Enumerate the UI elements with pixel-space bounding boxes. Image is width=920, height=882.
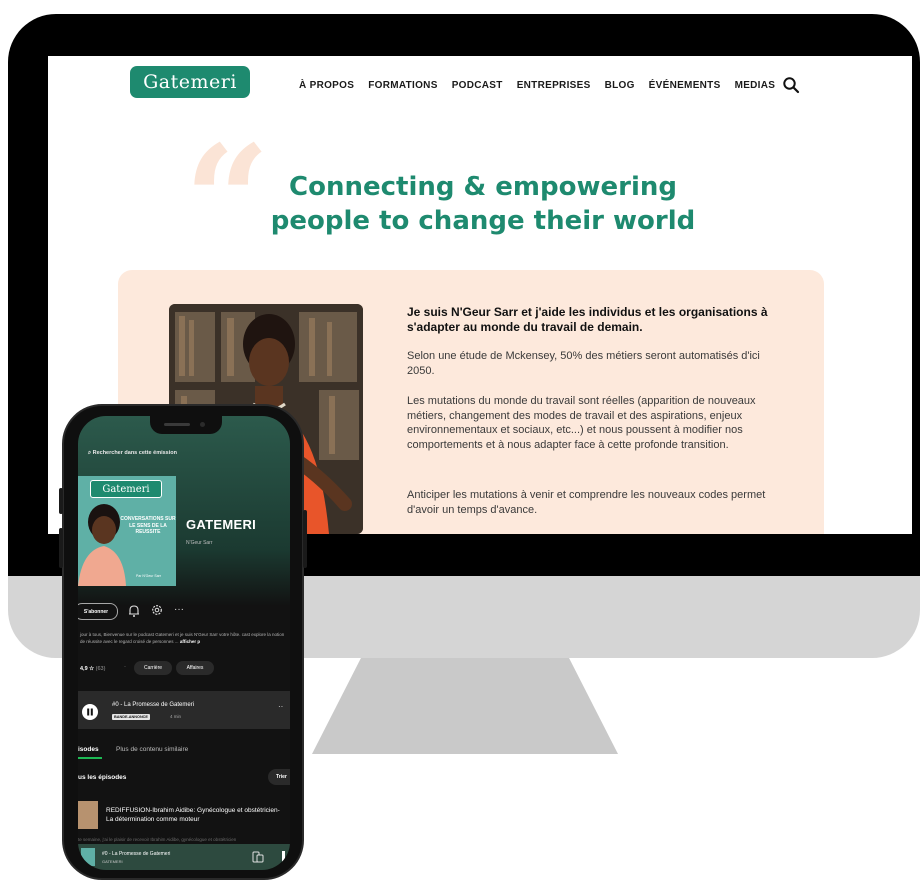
episode-duration: 4 min [170,714,182,719]
episode-thumbnail[interactable] [78,801,98,829]
mini-player-subtitle: GATEMERI [102,859,123,864]
show-more-link[interactable]: afficher p [180,639,200,644]
search-label: Rechercher dans cette émission [92,450,177,456]
nav-item-evenements[interactable]: ÉVÉNEMENTS [649,80,721,91]
subscribe-button[interactable]: S'abonner [78,603,118,620]
show-title: GATEMERI [186,517,257,532]
phone-side-button [303,510,307,568]
search-icon[interactable] [782,76,800,94]
nav-item-medias[interactable]: MEDIAS [735,80,776,91]
show-description: jour à tous, Bienvenue sur le podcast Ga… [80,632,286,645]
gear-icon[interactable] [151,604,163,616]
podcast-cover: Gatemeri CONVERSATIONS SUR LE SENS DE LA… [78,476,176,586]
rating-count: (63) [95,666,106,672]
category-chip-affaires[interactable]: Affaires [176,661,214,675]
show-author[interactable]: N'Geur Sarr [186,540,213,546]
episode-title[interactable]: REDIFFUSION-Ibrahim Aidibe: Gynécologue … [106,806,286,824]
hero-headline: Connecting & empowering people to change… [248,170,718,238]
tab-episodes[interactable]: isodes [78,746,99,753]
pause-icon [87,708,93,716]
trailer-badge: BANDE-ANNONCE [112,714,150,720]
category-chip-carriere[interactable]: Carrière [134,661,172,675]
cover-byline: Par N'Geur Sarr [136,574,161,578]
speaker-grill [164,423,190,426]
headline-line-2: people to change their world [270,206,696,236]
main-nav: À PROPOS FORMATIONS PODCAST ENTREPRISES … [299,80,775,91]
rating[interactable]: 4,9 ☆ (63) [80,666,105,672]
rating-value: 4,9 ☆ [80,666,95,672]
mini-player-title: #0 - La Promesse de Gatemeri [102,851,171,857]
podcast-app-screen: ⌕ Rechercher dans cette émission Gatemer… [78,416,290,870]
mini-player-thumbnail [81,848,95,866]
nav-item-podcast[interactable]: PODCAST [452,80,503,91]
current-episode-title: #0 - La Promesse de Gatemeri [112,702,195,708]
headline-line-1: Connecting & empowering [289,172,677,202]
paragraph-3: Anticiper les mutations à venir et compr… [407,489,766,516]
pause-button[interactable] [82,704,98,720]
episode-snippet: te semaine, j'ai le plaisir de recevoir … [78,837,237,842]
phone-side-button [59,488,63,514]
bell-icon[interactable] [128,604,140,617]
tab-similar-content[interactable]: Plus de contenu similaire [116,746,188,753]
monitor-stand [312,658,618,754]
active-tab-indicator [78,757,102,759]
phone-side-button [59,528,63,568]
separator-dot: · [124,664,126,670]
devices-icon[interactable] [252,851,264,863]
nav-item-a-propos[interactable]: À PROPOS [299,80,354,91]
show-search-bar[interactable]: ⌕ Rechercher dans cette émission [88,450,177,457]
current-episode-row[interactable] [78,691,290,729]
mini-pause-icon[interactable] [282,851,285,863]
all-episodes-heading: us les épisodes [78,774,127,781]
cover-portrait [78,504,126,586]
site-logo[interactable]: Gatemeri [130,66,250,98]
camera-dot [200,422,205,427]
episode-more-icon[interactable]: ·· [278,702,283,711]
paragraph-2: Les mutations du monde du travail sont r… [407,395,756,451]
sort-button[interactable]: Trier [268,769,290,785]
nav-item-formations[interactable]: FORMATIONS [368,80,437,91]
cover-tagline: CONVERSATIONS SUR LE SENS DE LA REUSSITE [120,516,176,535]
nav-item-blog[interactable]: BLOG [605,80,635,91]
paragraph-1: Selon une étude de Mckensey, 50% des mét… [407,350,760,377]
intro-heading: Je suis N'Geur Sarr et j'aide les indivi… [407,305,768,334]
mini-player[interactable]: #0 - La Promesse de Gatemeri GATEMERI [78,844,290,870]
cover-logo: Gatemeri [90,480,162,498]
more-options-icon[interactable]: ··· [174,604,184,615]
phone-notch [150,416,222,434]
nav-item-entreprises[interactable]: ENTREPRISES [517,80,591,91]
